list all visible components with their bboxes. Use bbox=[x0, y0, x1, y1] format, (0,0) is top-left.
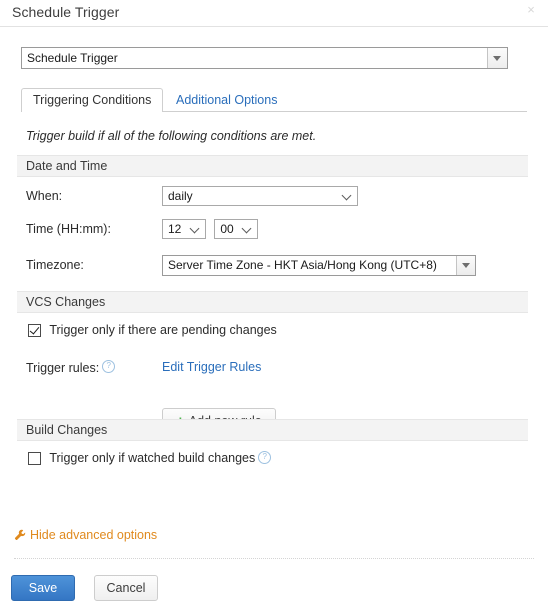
tab-additional-options[interactable]: Additional Options bbox=[164, 88, 289, 112]
hide-advanced-options-toggle[interactable]: Hide advanced options bbox=[14, 528, 157, 542]
section-header-build-changes: Build Changes bbox=[17, 419, 528, 441]
tab-triggering-conditions[interactable]: Triggering Conditions bbox=[21, 88, 164, 112]
help-icon[interactable]: ? bbox=[258, 451, 272, 464]
dialog-header: Schedule Trigger × bbox=[0, 0, 548, 27]
intro-text: Trigger build if all of the following co… bbox=[26, 129, 317, 143]
chevron-down-icon bbox=[243, 225, 251, 233]
row-watched-build-changes[interactable]: Trigger only if watched build changes? bbox=[28, 451, 272, 469]
edit-trigger-rules-link[interactable]: Edit Trigger Rules bbox=[162, 360, 261, 374]
cancel-button[interactable]: Cancel bbox=[94, 575, 158, 601]
pending-changes-label: Trigger only if there are pending change… bbox=[49, 323, 277, 337]
row-pending-changes[interactable]: Trigger only if there are pending change… bbox=[28, 323, 277, 341]
section-header-date-and-time: Date and Time bbox=[17, 155, 528, 177]
label-when: When: bbox=[26, 189, 63, 203]
section-header-vcs-changes: VCS Changes bbox=[17, 291, 528, 313]
watched-build-changes-label: Trigger only if watched build changes bbox=[49, 451, 256, 465]
trigger-type-select[interactable]: Schedule Trigger bbox=[21, 47, 508, 69]
save-button[interactable]: Save bbox=[11, 575, 75, 601]
when-select[interactable]: daily bbox=[162, 186, 358, 206]
row-when: When: daily bbox=[0, 186, 548, 208]
watched-build-changes-checkbox[interactable] bbox=[28, 452, 41, 465]
label-trigger-rules: Trigger rules: bbox=[26, 361, 100, 375]
hour-value: 12 bbox=[168, 222, 182, 236]
chevron-down-icon[interactable] bbox=[456, 256, 475, 275]
timezone-select[interactable]: Server Time Zone - HKT Asia/Hong Kong (U… bbox=[162, 255, 476, 276]
hide-advanced-options-label: Hide advanced options bbox=[30, 528, 158, 542]
tab-bar: Triggering Conditions Additional Options bbox=[21, 88, 527, 112]
trigger-type-row: Schedule Trigger bbox=[21, 47, 508, 69]
help-icon[interactable]: ? bbox=[102, 360, 116, 373]
chevron-down-icon[interactable] bbox=[487, 48, 507, 68]
row-time: Time (HH:mm): 12 00 bbox=[0, 219, 548, 241]
when-value: daily bbox=[168, 189, 193, 203]
dialog-body: Schedule Trigger Triggering Conditions A… bbox=[0, 27, 548, 601]
footer-divider bbox=[14, 558, 534, 559]
time-control: 12 00 bbox=[162, 219, 259, 239]
hour-select[interactable]: 12 bbox=[162, 219, 206, 239]
minute-select[interactable]: 00 bbox=[214, 219, 259, 239]
section-title-build-changes: Build Changes bbox=[26, 423, 108, 437]
row-timezone: Timezone: Server Time Zone - HKT Asia/Ho… bbox=[0, 255, 548, 277]
section-title-date-and-time: Date and Time bbox=[26, 159, 108, 173]
dialog-title: Schedule Trigger bbox=[12, 4, 120, 20]
chevron-down-icon bbox=[191, 225, 199, 233]
when-control: daily bbox=[162, 186, 358, 206]
pending-changes-checkbox[interactable] bbox=[28, 324, 41, 337]
minute-value: 00 bbox=[220, 222, 234, 236]
timezone-control: Server Time Zone - HKT Asia/Hong Kong (U… bbox=[162, 255, 476, 276]
trigger-rules-label-group: Trigger rules:? bbox=[26, 360, 116, 375]
wrench-icon bbox=[14, 529, 26, 541]
trigger-rules-control: Edit Trigger Rules bbox=[162, 360, 261, 374]
chevron-down-icon bbox=[343, 192, 351, 200]
close-icon[interactable]: × bbox=[524, 3, 538, 17]
timezone-value: Server Time Zone - HKT Asia/Hong Kong (U… bbox=[168, 258, 437, 272]
trigger-type-value: Schedule Trigger bbox=[27, 51, 118, 65]
section-title-vcs-changes: VCS Changes bbox=[26, 295, 106, 309]
label-time: Time (HH:mm): bbox=[26, 222, 111, 236]
row-trigger-rules: Trigger rules:? Edit Trigger Rules bbox=[0, 357, 548, 379]
label-timezone: Timezone: bbox=[26, 258, 84, 272]
